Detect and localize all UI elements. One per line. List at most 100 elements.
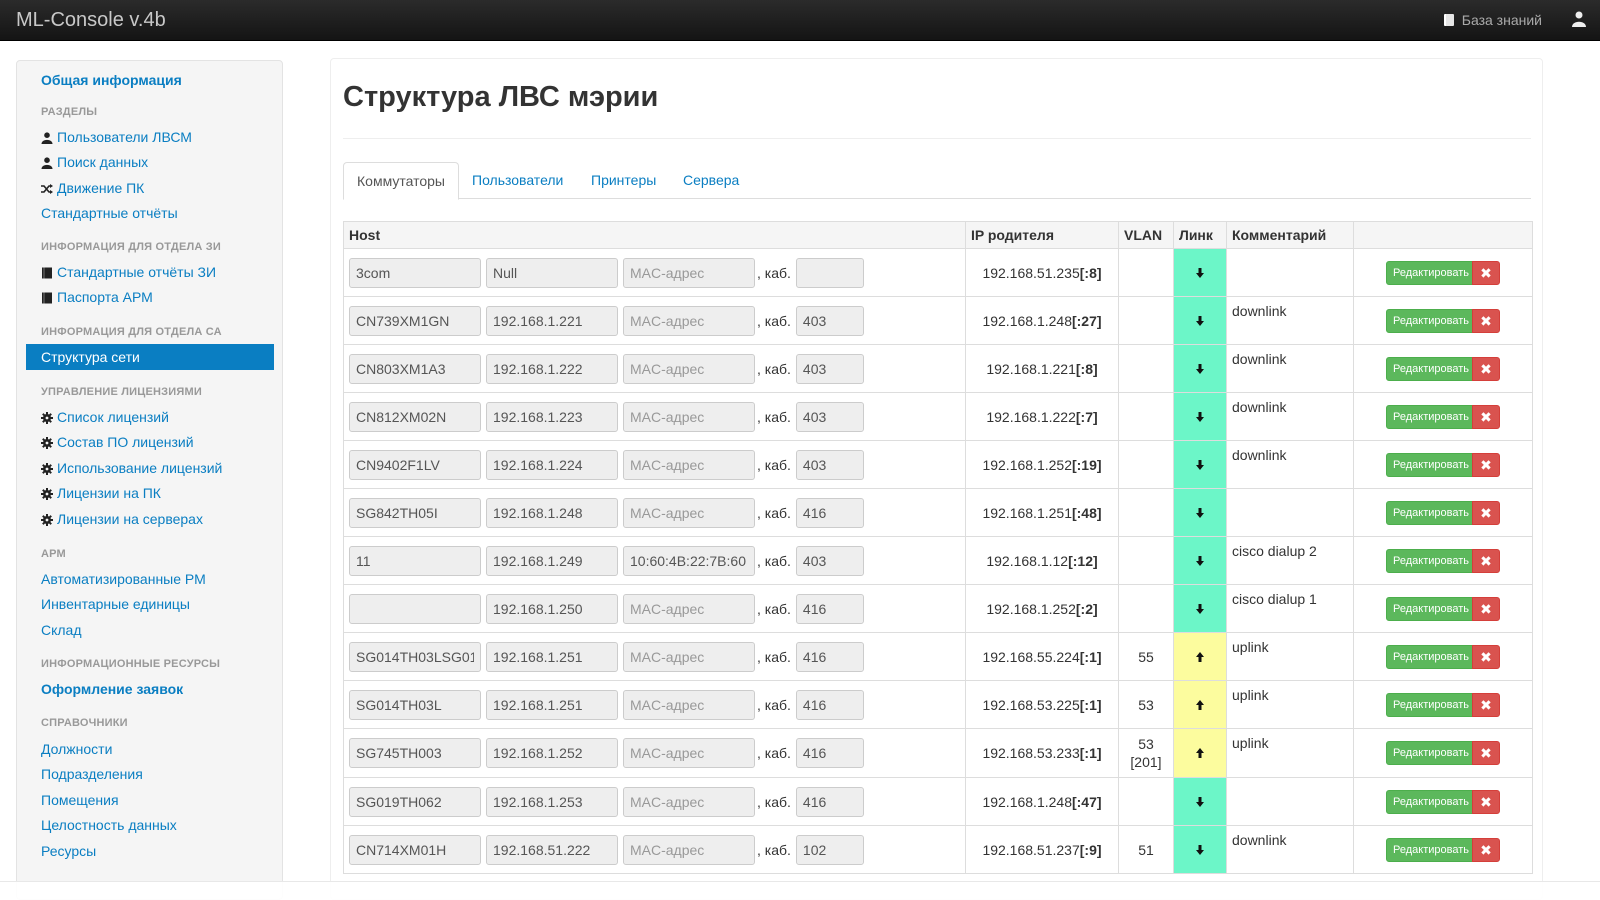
mac-input[interactable] [623, 689, 755, 720]
sidebar-item[interactable]: Оформление заявок [17, 681, 282, 697]
sidebar-item[interactable]: Склад [17, 622, 282, 638]
ip-input[interactable] [486, 257, 618, 288]
sidebar-item[interactable]: Должности [17, 741, 282, 757]
host-input[interactable] [349, 497, 481, 528]
room-input[interactable] [795, 786, 864, 817]
room-input[interactable] [795, 689, 864, 720]
sidebar-item[interactable]: Поиск данных [17, 154, 282, 170]
user-icon[interactable] [1572, 11, 1586, 27]
mac-input[interactable] [623, 449, 755, 480]
host-input[interactable] [349, 353, 481, 384]
ip-input[interactable] [486, 401, 618, 432]
room-input[interactable] [795, 257, 864, 288]
sidebar-item[interactable]: Паспорта АРМ [17, 289, 282, 305]
ip-input[interactable] [486, 497, 618, 528]
edit-button[interactable]: Редактировать [1386, 548, 1476, 573]
host-input[interactable] [349, 738, 481, 768]
mac-input[interactable] [623, 353, 755, 384]
ip-input[interactable] [486, 545, 618, 576]
room-input[interactable] [795, 401, 864, 432]
host-input[interactable] [349, 834, 481, 865]
sidebar-item-active[interactable]: Структура сети [26, 344, 274, 370]
room-input[interactable] [795, 738, 864, 768]
mac-input[interactable] [623, 401, 755, 432]
edit-button[interactable]: Редактировать [1386, 741, 1476, 765]
mac-input[interactable] [623, 834, 755, 865]
ip-input[interactable] [486, 689, 618, 720]
tab-servers[interactable]: Сервера [670, 162, 752, 199]
edit-button[interactable]: Редактировать [1386, 500, 1476, 525]
mac-input[interactable] [623, 257, 755, 288]
knowledge-base-link[interactable]: База знаний [1443, 12, 1542, 28]
edit-button[interactable]: Редактировать [1386, 404, 1476, 429]
mac-input[interactable] [623, 738, 755, 768]
sidebar-item[interactable]: Автоматизированные РМ [17, 571, 282, 587]
host-input[interactable] [349, 305, 481, 336]
delete-button[interactable]: ✖ [1472, 692, 1500, 717]
delete-button[interactable]: ✖ [1472, 596, 1500, 621]
edit-button[interactable]: Редактировать [1386, 260, 1476, 285]
sidebar-item[interactable]: Инвентарные единицы [17, 596, 282, 612]
delete-button[interactable]: ✖ [1472, 548, 1500, 573]
delete-button[interactable]: ✖ [1472, 356, 1500, 381]
tab-printers[interactable]: Принтеры [578, 162, 669, 199]
sidebar-item[interactable]: Пользователи ЛВСМ [17, 129, 282, 145]
sidebar-item[interactable]: Список лицензий [17, 409, 282, 425]
host-input[interactable] [349, 401, 481, 432]
host-input[interactable] [349, 593, 481, 624]
delete-button[interactable]: ✖ [1472, 837, 1500, 862]
tab-switches[interactable]: Коммутаторы [343, 162, 459, 200]
edit-button[interactable]: Редактировать [1386, 452, 1476, 477]
room-input[interactable] [795, 834, 864, 865]
host-input[interactable] [349, 545, 481, 576]
mac-input[interactable] [623, 545, 755, 576]
sidebar-item[interactable]: Лицензии на ПК [17, 485, 282, 501]
delete-button[interactable]: ✖ [1472, 789, 1500, 814]
host-input[interactable] [349, 641, 481, 672]
sidebar-item[interactable]: Лицензии на серверах [17, 511, 282, 527]
sidebar-item[interactable]: Ресурсы [17, 843, 282, 859]
delete-button[interactable]: ✖ [1472, 644, 1500, 669]
delete-button[interactable]: ✖ [1472, 308, 1500, 333]
ip-input[interactable] [486, 449, 618, 480]
room-input[interactable] [795, 353, 864, 384]
ip-input[interactable] [486, 834, 618, 865]
mac-input[interactable] [623, 497, 755, 528]
room-input[interactable] [795, 497, 864, 528]
sidebar-item[interactable]: Использование лицензий [17, 460, 282, 476]
host-input[interactable] [349, 786, 481, 817]
edit-button[interactable]: Редактировать [1386, 837, 1476, 862]
ip-input[interactable] [486, 641, 618, 672]
room-input[interactable] [795, 641, 864, 672]
edit-button[interactable]: Редактировать [1386, 692, 1476, 717]
edit-button[interactable]: Редактировать [1386, 356, 1476, 381]
mac-input[interactable] [623, 305, 755, 336]
delete-button[interactable]: ✖ [1472, 404, 1500, 429]
room-input[interactable] [795, 593, 864, 624]
ip-input[interactable] [486, 305, 618, 336]
sidebar-item[interactable]: Общая информация [17, 72, 282, 88]
ip-input[interactable] [486, 786, 618, 817]
edit-button[interactable]: Редактировать [1386, 308, 1476, 333]
tab-users[interactable]: Пользователи [459, 162, 576, 199]
sidebar-item[interactable]: Состав ПО лицензий [17, 434, 282, 450]
ip-input[interactable] [486, 738, 618, 768]
delete-button[interactable]: ✖ [1472, 741, 1500, 765]
delete-button[interactable]: ✖ [1472, 260, 1500, 285]
delete-button[interactable]: ✖ [1472, 500, 1500, 525]
sidebar-item[interactable]: Стандартные отчёты ЗИ [17, 264, 282, 280]
sidebar-item[interactable]: Подразделения [17, 766, 282, 782]
delete-button[interactable]: ✖ [1472, 452, 1500, 477]
sidebar-item[interactable]: Помещения [17, 792, 282, 808]
app-brand[interactable]: ML-Console v.4b [16, 9, 166, 32]
sidebar-item[interactable]: Целостность данных [17, 817, 282, 833]
host-input[interactable] [349, 257, 481, 288]
sidebar-item[interactable]: Движение ПК [17, 180, 282, 196]
mac-input[interactable] [623, 641, 755, 672]
room-input[interactable] [795, 545, 864, 576]
ip-input[interactable] [486, 593, 618, 624]
mac-input[interactable] [623, 786, 755, 817]
edit-button[interactable]: Редактировать [1386, 596, 1476, 621]
host-input[interactable] [349, 689, 481, 720]
host-input[interactable] [349, 449, 481, 480]
